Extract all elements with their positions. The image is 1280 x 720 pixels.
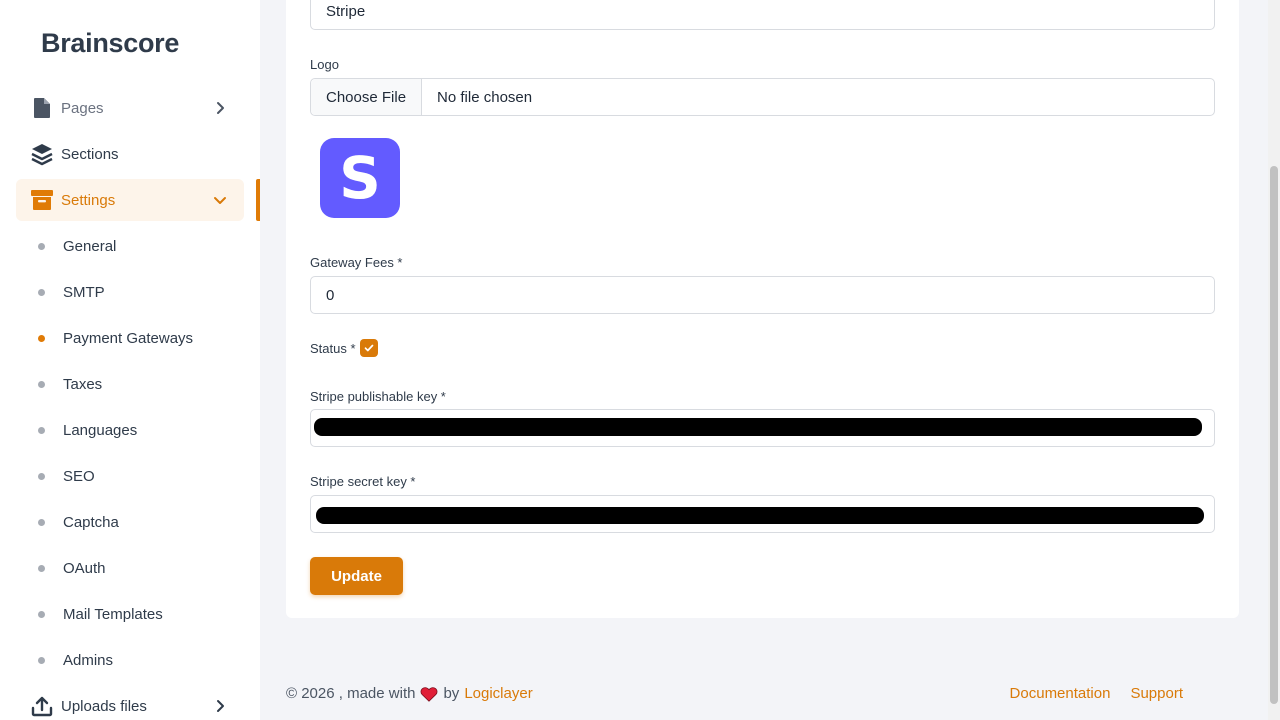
settings-item-label: SEO <box>63 467 95 485</box>
bullet-dot-icon <box>38 518 45 526</box>
gateway-fees-value: 0 <box>326 286 335 304</box>
status-checkbox[interactable] <box>359 339 378 357</box>
brand-logo[interactable]: Brainscore <box>41 28 179 59</box>
logo-file-input[interactable]: Choose File No file chosen <box>310 78 1215 116</box>
redaction-mark <box>316 507 1204 524</box>
update-button[interactable]: Update <box>310 557 403 595</box>
active-indicator <box>256 179 260 221</box>
bullet-dot-icon <box>38 610 45 618</box>
gateway-name-value: Stripe <box>326 2 366 20</box>
logo-letter: S <box>339 144 381 212</box>
scrollbar-track[interactable] <box>1268 0 1280 720</box>
bullet-dot-icon <box>38 380 45 388</box>
gateway-fees-label: Gateway Fees * <box>310 255 403 270</box>
settings-item-general[interactable]: General <box>38 231 116 261</box>
bullet-dot-icon <box>38 426 45 434</box>
bullet-dot-icon <box>38 656 45 664</box>
chevron-right-icon <box>217 102 224 114</box>
by-text: by <box>443 685 460 702</box>
gateway-name-input[interactable]: Stripe <box>310 0 1215 30</box>
nav-item-sections[interactable]: Sections <box>16 133 244 175</box>
nav-item-pages[interactable]: Pages <box>16 87 244 129</box>
nav-item-settings[interactable]: Settings <box>16 179 244 221</box>
settings-item-label: OAuth <box>63 559 106 577</box>
gateway-fees-input[interactable]: 0 <box>310 276 1215 314</box>
company-link[interactable]: Logiclayer <box>464 685 532 702</box>
status-row: Status * <box>310 339 378 357</box>
settings-item-taxes[interactable]: Taxes <box>38 369 102 399</box>
bullet-dot-icon <box>38 242 45 250</box>
layers-icon <box>30 142 54 166</box>
upload-icon <box>30 694 54 718</box>
stripe-logo-preview: S <box>320 138 400 218</box>
settings-item-oauth[interactable]: OAuth <box>38 553 106 583</box>
bullet-dot-icon <box>38 564 45 572</box>
bullet-dot-icon <box>38 472 45 480</box>
footer-credits: © 2026 , made with by Logiclayer <box>286 685 533 702</box>
footer-links: Documentation Support <box>1010 685 1183 702</box>
settings-item-label: Payment Gateways <box>63 329 194 347</box>
documentation-link[interactable]: Documentation <box>1010 685 1111 702</box>
nav-label: Uploads files <box>61 697 147 715</box>
settings-item-captcha[interactable]: Captcha <box>38 507 119 537</box>
nav-label: Sections <box>61 145 119 163</box>
chevron-right-icon <box>217 700 224 712</box>
settings-item-label: Admins <box>63 651 114 669</box>
secret-key-label: Stripe secret key * <box>310 474 416 489</box>
sidebar: Brainscore Pages Sections Settings Gener… <box>0 0 260 720</box>
nav-label: Pages <box>61 99 104 117</box>
document-icon <box>30 96 54 120</box>
heart-icon <box>421 686 438 702</box>
nav-label: Settings <box>61 191 116 209</box>
chevron-down-icon <box>214 197 226 204</box>
nav-item-uploads[interactable]: Uploads files <box>16 685 244 720</box>
bullet-dot-icon <box>38 334 45 342</box>
settings-item-seo[interactable]: SEO <box>38 461 95 491</box>
settings-item-label: Captcha <box>63 513 119 531</box>
scrollbar-thumb[interactable] <box>1270 166 1278 704</box>
settings-item-payment-gateways[interactable]: Payment Gateways <box>38 323 193 353</box>
settings-item-label: SMTP <box>63 283 105 301</box>
archive-icon <box>30 188 54 212</box>
settings-item-mail-templates[interactable]: Mail Templates <box>38 599 163 629</box>
copyright-text: © 2026 , made with <box>286 685 416 702</box>
settings-item-label: General <box>63 237 117 255</box>
logo-label: Logo <box>310 57 339 72</box>
choose-file-button[interactable]: Choose File <box>311 79 423 115</box>
support-link[interactable]: Support <box>1130 685 1183 702</box>
settings-item-admins[interactable]: Admins <box>38 645 113 675</box>
check-icon <box>364 344 373 352</box>
settings-item-languages[interactable]: Languages <box>38 415 137 445</box>
settings-item-smtp[interactable]: SMTP <box>38 277 105 307</box>
redaction-mark <box>314 418 1202 436</box>
bullet-dot-icon <box>38 288 45 296</box>
status-label: Status * <box>310 340 356 356</box>
file-status-text: No file chosen <box>437 88 533 106</box>
settings-item-label: Taxes <box>63 375 103 393</box>
settings-item-label: Languages <box>63 421 138 439</box>
publishable-key-label: Stripe publishable key * <box>310 389 446 404</box>
settings-item-label: Mail Templates <box>63 605 163 623</box>
